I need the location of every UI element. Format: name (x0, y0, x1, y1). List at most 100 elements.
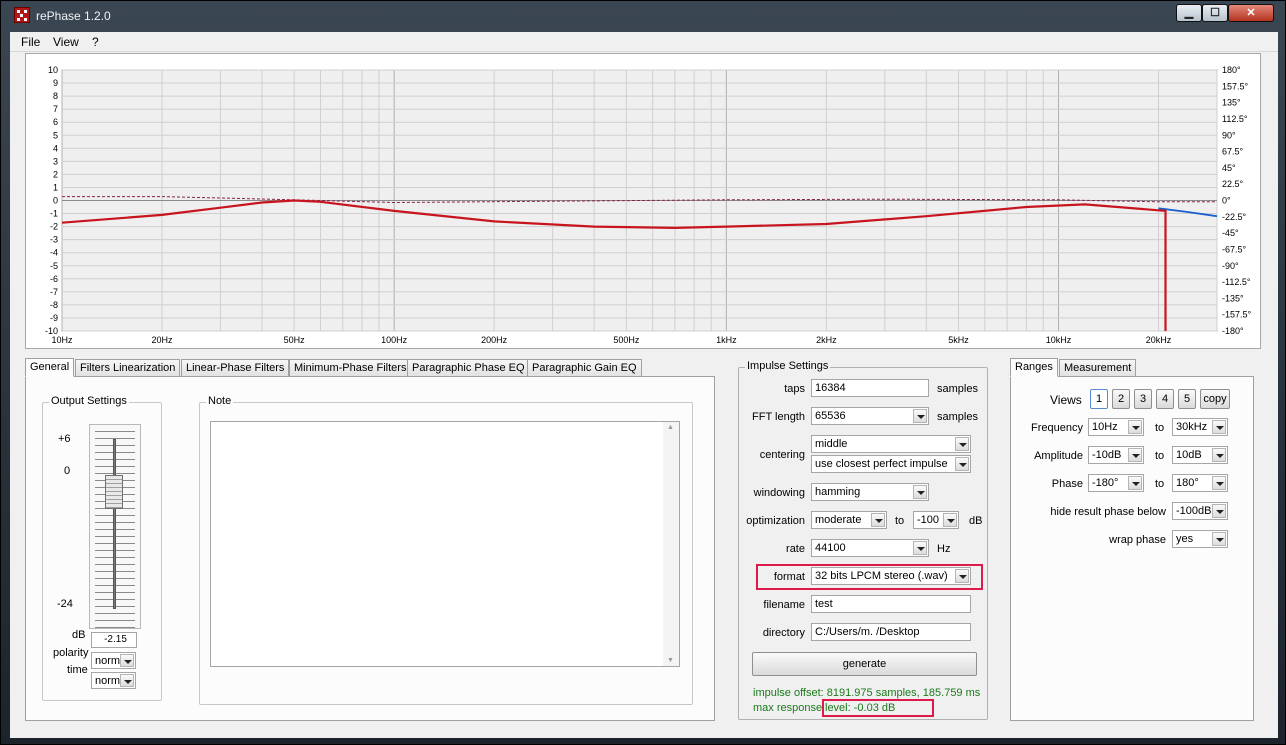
fft-length-select[interactable]: 65536 (811, 407, 929, 425)
minimize-button[interactable]: ▁ (1176, 4, 1202, 22)
frequency-tick-label: 2kHz (816, 335, 837, 345)
taps-label: taps (784, 383, 805, 395)
note-textarea[interactable]: ▲ ▼ (210, 421, 680, 667)
note-group: Note ▲ ▼ (199, 395, 693, 705)
scroll-up-icon[interactable]: ▲ (667, 424, 674, 431)
maximize-button[interactable]: ☐ (1202, 4, 1228, 22)
phase-tick-label: 67.5° (1222, 147, 1244, 157)
polarity-select[interactable]: norm (91, 652, 136, 669)
tab-filters-linearization[interactable]: Filters Linearization (75, 359, 181, 377)
phase-tick-label: -90° (1222, 261, 1239, 271)
filename-field[interactable]: test (811, 595, 971, 613)
wrap-phase-select[interactable]: yes (1172, 530, 1228, 548)
tab-general[interactable]: General (25, 358, 75, 377)
filename-label: filename (763, 599, 805, 611)
amplitude-tick-label: -4 (50, 248, 58, 258)
tab-minimum-phase-filters[interactable]: Minimum-Phase Filters (289, 359, 412, 377)
amplitude-tick-label: 0 (53, 196, 58, 206)
phase-to-label: to (1155, 478, 1165, 490)
title-bar[interactable]: rePhase 1.2.0 ▁ ☐ ✕ (1, 1, 1286, 31)
taps-unit-label: samples (937, 383, 978, 395)
chevron-down-icon (955, 457, 969, 471)
amplitude-label: Amplitude (1034, 450, 1083, 462)
format-select[interactable]: 32 bits LPCM stereo (.wav) (811, 567, 971, 585)
tab-linear-phase-filters[interactable]: Linear-Phase Filters (181, 359, 290, 377)
menu-view[interactable]: View (53, 35, 79, 49)
amplitude-tick-label: 4 (53, 143, 58, 153)
rate-select[interactable]: 44100 (811, 539, 929, 557)
hide-result-phase-label: hide result phase below (1050, 506, 1166, 518)
amplitude-to-select[interactable]: 10dB (1172, 446, 1228, 464)
general-tab-panel: Output Settings +6 0 -24 dB -2.15 polari… (25, 376, 715, 721)
time-select[interactable]: norm (91, 672, 136, 689)
directory-field[interactable]: C:/Users/m. /Desktop (811, 623, 971, 641)
amplitude-tick-label: 7 (53, 104, 58, 114)
slider-thumb[interactable] (105, 475, 123, 509)
amplitude-tick-label: 9 (53, 78, 58, 88)
taps-field[interactable]: 16384 (811, 379, 929, 397)
view-4-button[interactable]: 4 (1156, 389, 1174, 409)
tab-paragraphic-gain-eq[interactable]: Paragraphic Gain EQ (527, 359, 642, 377)
optimization-db-select[interactable]: -100 (913, 511, 959, 529)
hide-result-phase-select[interactable]: -100dB (1172, 502, 1228, 520)
frequency-tick-label: 20kHz (1146, 335, 1172, 345)
menu-help[interactable]: ? (92, 35, 99, 49)
menu-file[interactable]: File (21, 35, 40, 49)
tab-ranges[interactable]: Ranges (1010, 358, 1058, 377)
phase-tick-label: -157.5° (1222, 310, 1252, 320)
scroll-down-icon[interactable]: ▼ (667, 657, 674, 664)
phase-from-select[interactable]: -180° (1088, 474, 1144, 492)
max-response-text: max response (753, 702, 823, 714)
windowing-select[interactable]: hamming (811, 483, 929, 501)
windowing-label: windowing (753, 487, 805, 499)
amplitude-tick-label: 5 (53, 130, 58, 140)
chevron-down-icon (913, 409, 927, 423)
time-value: norm (95, 675, 121, 687)
frequency-tick-label: 100Hz (381, 335, 408, 345)
centering-mode-value: use closest perfect impulse (815, 458, 948, 470)
chevron-down-icon (871, 513, 885, 527)
scale-bottom-label: -24 (57, 598, 73, 610)
format-value: 32 bits LPCM stereo (.wav) (815, 570, 948, 582)
copy-view-button[interactable]: copy (1200, 389, 1230, 409)
view-2-button[interactable]: 2 (1112, 389, 1130, 409)
generate-button[interactable]: generate (752, 652, 977, 676)
chevron-down-icon (943, 513, 957, 527)
optimization-select[interactable]: moderate (811, 511, 887, 529)
optimization-db-unit: dB (969, 515, 983, 527)
view-3-button[interactable]: 3 (1134, 389, 1152, 409)
chevron-down-icon (913, 485, 927, 499)
amplitude-from-select[interactable]: -10dB (1088, 446, 1144, 464)
frequency-tick-label: 1kHz (716, 335, 737, 345)
tab-paragraphic-phase-eq[interactable]: Paragraphic Phase EQ (407, 359, 530, 377)
frequency-to-select[interactable]: 30kHz (1172, 418, 1228, 436)
gain-slider[interactable] (89, 424, 141, 629)
optimization-label: optimization (746, 515, 805, 527)
note-title: Note (206, 395, 234, 407)
phase-tick-label: -135° (1222, 293, 1244, 303)
view-5-button[interactable]: 5 (1178, 389, 1196, 409)
response-graph[interactable]: 10 9 8 7 6 5 4 3 2 1 0 -1 -2 -3 -4 -5 -6 -7 -8 -9 -10 180° 157… (25, 53, 1261, 349)
tab-measurement[interactable]: Measurement (1059, 359, 1137, 377)
hide-result-phase-value: -100dB (1176, 505, 1212, 517)
centering-mode-select[interactable]: use closest perfect impulse (811, 455, 971, 473)
db-label: dB (72, 629, 86, 641)
slider-track (113, 439, 116, 609)
close-button[interactable]: ✕ (1228, 4, 1274, 22)
polarity-value: norm (95, 655, 121, 667)
phase-tick-label: 112.5° (1222, 114, 1248, 124)
note-scrollbar[interactable]: ▲ ▼ (663, 422, 679, 666)
centering-select[interactable]: middle (811, 435, 971, 453)
phase-to-select[interactable]: 180° (1172, 474, 1228, 492)
wrap-phase-value: yes (1176, 533, 1194, 545)
rate-unit-label: Hz (937, 543, 951, 555)
rate-label: rate (786, 543, 805, 555)
phase-tick-label: 45° (1222, 163, 1236, 173)
amplitude-tick-label: 8 (53, 91, 58, 101)
impulse-settings-title: Impulse Settings (745, 360, 831, 372)
frequency-from-select[interactable]: 10Hz (1088, 418, 1144, 436)
gain-db-field[interactable]: -2.15 (91, 632, 137, 648)
phase-label: Phase (1051, 478, 1083, 490)
response-graph-canvas[interactable]: 109876543210-1-2-3-4-5-6-7-8-9-10180°157… (26, 54, 1260, 348)
view-1-button[interactable]: 1 (1090, 389, 1108, 409)
